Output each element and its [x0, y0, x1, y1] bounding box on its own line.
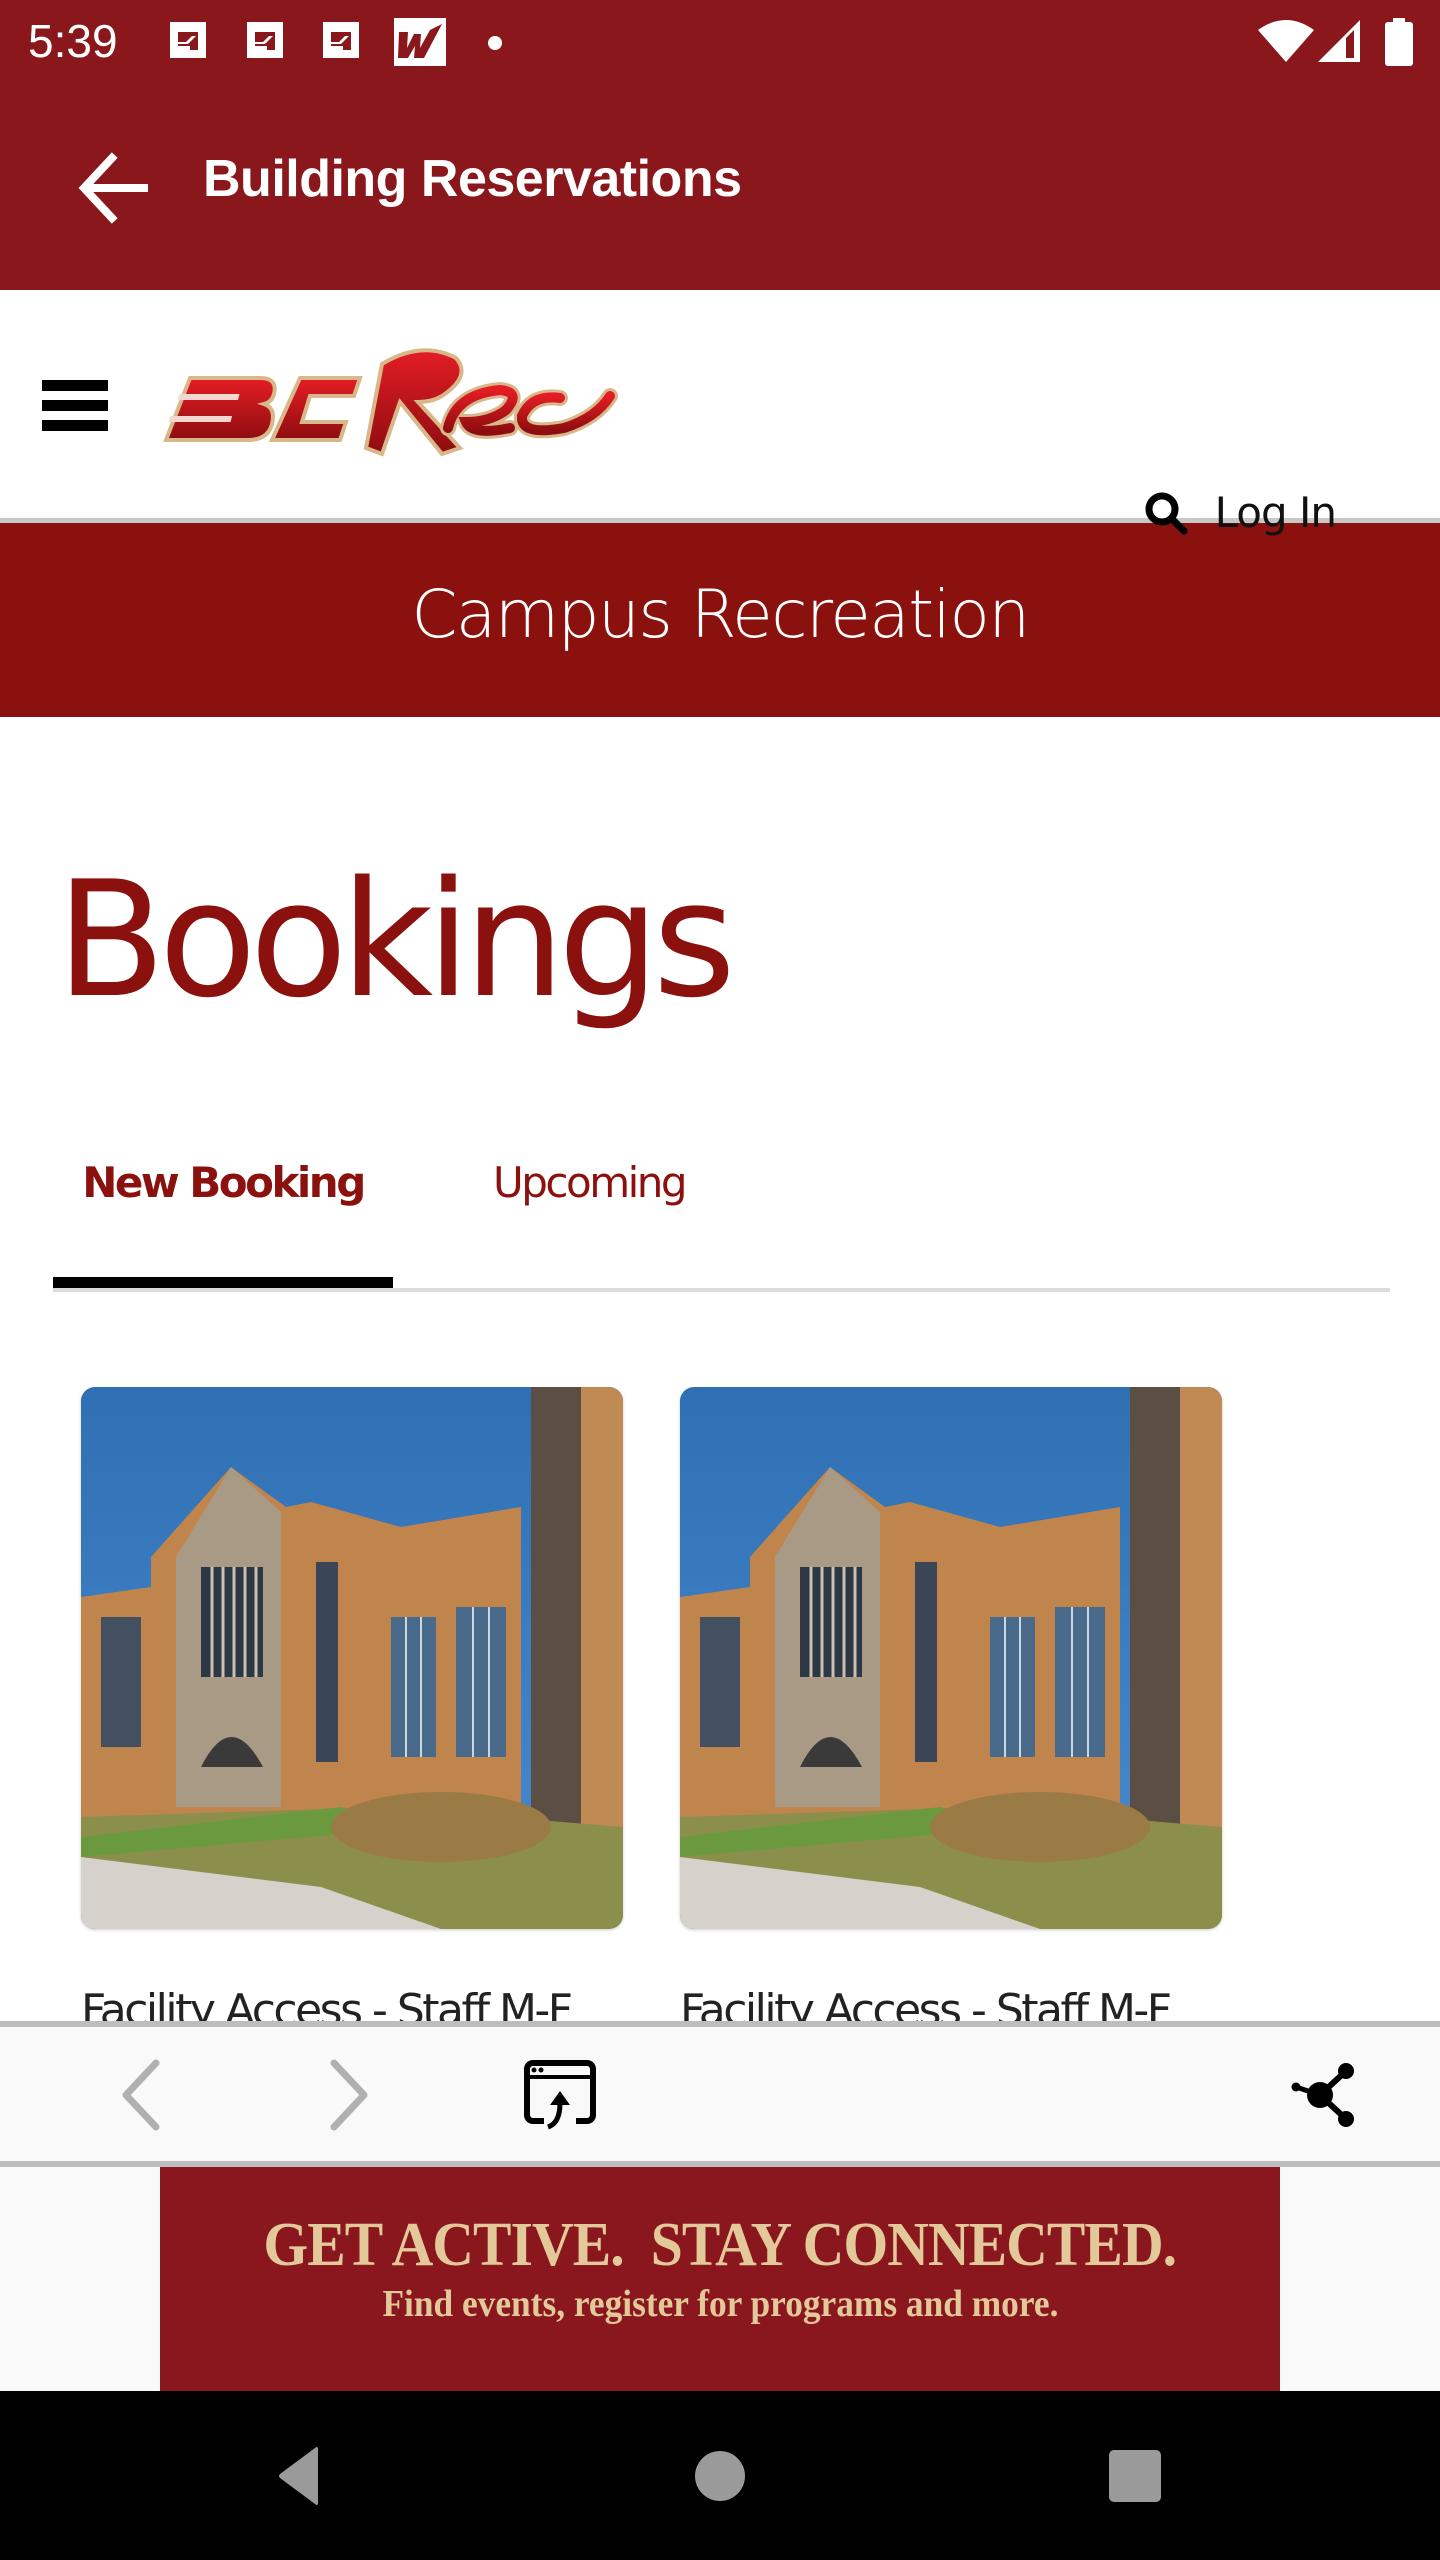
share-button[interactable] [1283, 2055, 1373, 2135]
building-photo [680, 1387, 1222, 1929]
page-title: Bookings [56, 846, 736, 1033]
booking-card[interactable]: Facility Access - Staff M-F [680, 1387, 1222, 2021]
search-icon[interactable] [1143, 490, 1189, 536]
tab-label: New Booking [82, 1158, 366, 1207]
building-photo [81, 1387, 623, 1929]
wifi-icon [1258, 20, 1314, 62]
building-image [680, 1387, 1222, 1929]
tab-label: Upcoming [493, 1158, 688, 1207]
nav-recents-button[interactable] [1085, 2431, 1185, 2521]
tab-upcoming[interactable]: Upcoming [493, 1140, 773, 1288]
open-in-browser-icon [524, 2060, 596, 2130]
status-time: 5:39 [28, 15, 118, 67]
tab-new-booking[interactable]: New Booking [53, 1140, 393, 1288]
login-link[interactable]: Log In [1215, 488, 1337, 537]
browser-back-button[interactable] [96, 2055, 186, 2135]
active-tab-indicator [53, 1277, 393, 1288]
status-bar: 5:39 [0, 0, 1440, 84]
nav-home-icon [695, 2451, 745, 2501]
card-label: Facility Access - Staff M-F [81, 1985, 573, 2021]
w-sports-app-icon [394, 18, 446, 66]
more-notifications-dot [488, 36, 502, 50]
banner-headline: GET ACTIVE. STAY CONNECTED. [263, 2211, 1178, 2279]
booking-tabs: New Booking Upcoming [53, 1140, 1390, 1292]
nav-home-button[interactable] [670, 2431, 770, 2521]
browser-forward-button[interactable] [304, 2055, 394, 2135]
tab-baseline [53, 1288, 1390, 1292]
hamburger-icon [42, 380, 108, 391]
chevron-left-icon [122, 2059, 160, 2131]
header-actions: Log In [1143, 488, 1337, 537]
open-in-browser-button[interactable] [515, 2055, 605, 2135]
app-bar: Building Reservations [0, 84, 1440, 290]
app-title: Building Reservations [203, 150, 742, 208]
nav-recents-icon [1109, 2450, 1161, 2502]
campus-recreation-band: Campus Recreation [0, 523, 1440, 717]
flashscore-app-icon [170, 22, 206, 58]
site-header [0, 290, 1440, 518]
nav-back-button[interactable] [250, 2431, 350, 2521]
share-icon [1291, 2063, 1354, 2127]
flashscore-app-icon [247, 22, 283, 58]
booking-cards: Facility Access - Staff M-F Facility Acc… [0, 1387, 1440, 2021]
card-label: Facility Access - Staff M-F [680, 1985, 1172, 2021]
nav-back-icon [279, 2447, 318, 2505]
chevron-right-icon [330, 2059, 368, 2131]
banner-subline: Find events, register for programs and m… [382, 2283, 1058, 2325]
cell-signal-icon [1318, 20, 1360, 62]
system-nav-bar [0, 2391, 1440, 2560]
flashscore-app-icon [323, 22, 359, 58]
arrow-left-icon [78, 152, 148, 224]
promo-banner[interactable]: GET ACTIVE. STAY CONNECTED. Find events,… [160, 2167, 1280, 2391]
hamburger-menu-button[interactable] [40, 380, 110, 436]
building-image [81, 1387, 623, 1929]
browser-toolbar [0, 2021, 1440, 2167]
battery-icon [1385, 18, 1413, 66]
back-button[interactable] [60, 136, 164, 240]
bcrec-logo[interactable] [160, 336, 620, 474]
booking-card[interactable]: Facility Access - Staff M-F [81, 1387, 623, 2021]
campus-title: Campus Recreation [411, 575, 1030, 653]
banner-area: GET ACTIVE. STAY CONNECTED. Find events,… [0, 2167, 1440, 2391]
